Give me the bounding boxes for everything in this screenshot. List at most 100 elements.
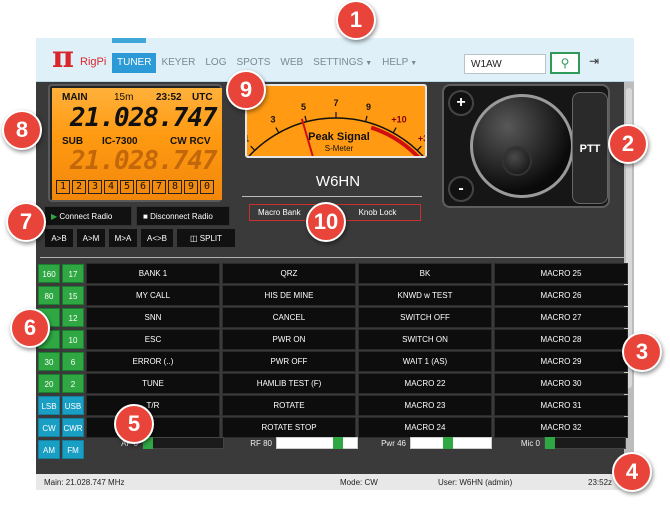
band-button[interactable]: 30 [38, 352, 60, 371]
a-to-b-button[interactable]: A>B [44, 228, 74, 248]
macro-button[interactable]: PWR ON [222, 329, 356, 350]
memory-digit[interactable]: 9 [184, 180, 198, 194]
connect-radio-button[interactable]: ▶ Connect Radio [44, 206, 132, 226]
main-label: MAIN [62, 92, 88, 103]
macro-button[interactable]: MACRO 27 [494, 307, 628, 328]
macro-button[interactable]: MACRO 25 [494, 263, 628, 284]
band-button[interactable]: 10 [62, 330, 84, 349]
logout-icon[interactable]: ⇥ [589, 54, 599, 68]
band-button[interactable]: 6 [62, 352, 84, 371]
macro-button[interactable]: MACRO 31 [494, 395, 628, 416]
macro-button[interactable]: QRZ [222, 263, 356, 284]
slider-thumb[interactable] [333, 437, 343, 449]
search-button[interactable]: ⚲ [550, 52, 580, 74]
mode-button[interactable]: AM [38, 440, 60, 459]
macro-button[interactable]: MACRO 30 [494, 373, 628, 394]
memory-digit[interactable]: 6 [136, 180, 150, 194]
macro-button[interactable]: MY CALL [86, 285, 220, 306]
brand-name[interactable]: RigPi [80, 56, 106, 68]
macro-button[interactable]: KNWD w TEST [358, 285, 492, 306]
a-to-m-button[interactable]: A>M [76, 228, 106, 248]
memory-digit[interactable]: 1 [56, 180, 70, 194]
memory-digit[interactable]: 4 [104, 180, 118, 194]
tune-up-button[interactable]: + [448, 90, 474, 116]
macro-button[interactable]: BANK 1 [86, 263, 220, 284]
level-slider[interactable]: Pwr 46 [368, 436, 492, 450]
slider-track[interactable] [276, 437, 358, 449]
mode-button[interactable]: USB [62, 396, 84, 415]
tab-web[interactable]: WEB [275, 53, 308, 73]
m-to-a-button[interactable]: M>A [108, 228, 138, 248]
band-button[interactable]: 12 [62, 308, 84, 327]
active-tab-indicator [112, 38, 146, 43]
slider-thumb[interactable] [443, 437, 453, 449]
memory-digit[interactable]: 5 [120, 180, 134, 194]
memory-digit[interactable]: 3 [88, 180, 102, 194]
level-slider[interactable]: AF 0 [100, 436, 224, 450]
macro-button[interactable]: T/R [86, 395, 220, 416]
macro-button[interactable]: MACRO 29 [494, 351, 628, 372]
macro-button[interactable]: MACRO 23 [358, 395, 492, 416]
tab-settings[interactable]: SETTINGS ▼ [308, 53, 377, 73]
tab-log[interactable]: LOG [200, 53, 231, 73]
split-button[interactable]: ◫ SPLIT [176, 228, 236, 248]
band-button[interactable]: 15 [62, 286, 84, 305]
macro-button[interactable]: ROTATE [222, 395, 356, 416]
mode-button[interactable]: CW [38, 418, 60, 437]
slider-track[interactable] [142, 437, 224, 449]
memory-digit[interactable]: 2 [72, 180, 86, 194]
disconnect-radio-label: Disconnect Radio [150, 212, 213, 221]
level-slider[interactable]: Mic 0 [502, 436, 626, 450]
meter-scale-label: 9 [366, 102, 371, 112]
knob-lock-button[interactable]: Knob Lock [335, 204, 421, 221]
tune-down-button[interactable]: - [448, 176, 474, 202]
ptt-button[interactable]: PTT [572, 92, 608, 204]
band-button[interactable]: 80 [38, 286, 60, 305]
band-button[interactable]: 2 [62, 374, 84, 393]
macro-button[interactable]: MACRO 22 [358, 373, 492, 394]
memory-digit[interactable]: 7 [152, 180, 166, 194]
level-slider[interactable]: RF 80 [234, 436, 358, 450]
macro-button[interactable]: ERROR (..) [86, 351, 220, 372]
tab-spots[interactable]: SPOTS [231, 53, 275, 73]
pi-logo-icon[interactable]: π [52, 43, 74, 73]
macro-button[interactable]: HAMLIB TEST (F) [222, 373, 356, 394]
memory-digit[interactable]: 0 [200, 180, 214, 194]
tab-tuner[interactable]: TUNER [112, 53, 157, 73]
macro-button[interactable]: PWR OFF [222, 351, 356, 372]
mode-button[interactable]: FM [62, 440, 84, 459]
macro-button[interactable]: MACRO 26 [494, 285, 628, 306]
mode-button[interactable]: LSB [38, 396, 60, 415]
macro-button[interactable]: ESC [86, 329, 220, 350]
disconnect-radio-button[interactable]: ■ Disconnect Radio [136, 206, 230, 226]
stop-icon: ■ [143, 212, 148, 221]
memory-digit[interactable]: 8 [168, 180, 182, 194]
main-frequency[interactable]: 21.028.747 [70, 103, 218, 133]
meter-tick [304, 115, 308, 122]
macro-button[interactable]: WAIT 1 (AS) [358, 351, 492, 372]
tab-help[interactable]: HELP ▼ [377, 53, 422, 73]
macro-button[interactable]: SWITCH ON [358, 329, 492, 350]
band-button[interactable]: 160 [38, 264, 60, 283]
slider-thumb[interactable] [545, 437, 555, 449]
slider-track[interactable] [410, 437, 492, 449]
macro-button[interactable]: MACRO 32 [494, 417, 628, 438]
macro-button[interactable]: ROTATE STOP [222, 417, 356, 438]
mode-button[interactable]: CWR [62, 418, 84, 437]
sub-frequency[interactable]: 21.028.747 [70, 146, 218, 176]
band-button[interactable]: 17 [62, 264, 84, 283]
macro-button[interactable]: TUNE [86, 373, 220, 394]
slider-track[interactable] [544, 437, 626, 449]
macro-button[interactable]: BK [358, 263, 492, 284]
tab-keyer[interactable]: KEYER [156, 53, 200, 73]
macro-button[interactable]: MACRO 28 [494, 329, 628, 350]
macro-button[interactable]: HIS DE MINE [222, 285, 356, 306]
swap-ab-button[interactable]: A<>B [140, 228, 174, 248]
band-button[interactable]: 20 [38, 374, 60, 393]
macro-button[interactable]: SWITCH OFF [358, 307, 492, 328]
callsign-search-input[interactable] [464, 54, 546, 74]
macro-button[interactable]: SNN [86, 307, 220, 328]
macro-button[interactable]: CANCEL [222, 307, 356, 328]
knob-finger-dimple[interactable] [502, 146, 532, 176]
macro-button[interactable]: MACRO 24 [358, 417, 492, 438]
